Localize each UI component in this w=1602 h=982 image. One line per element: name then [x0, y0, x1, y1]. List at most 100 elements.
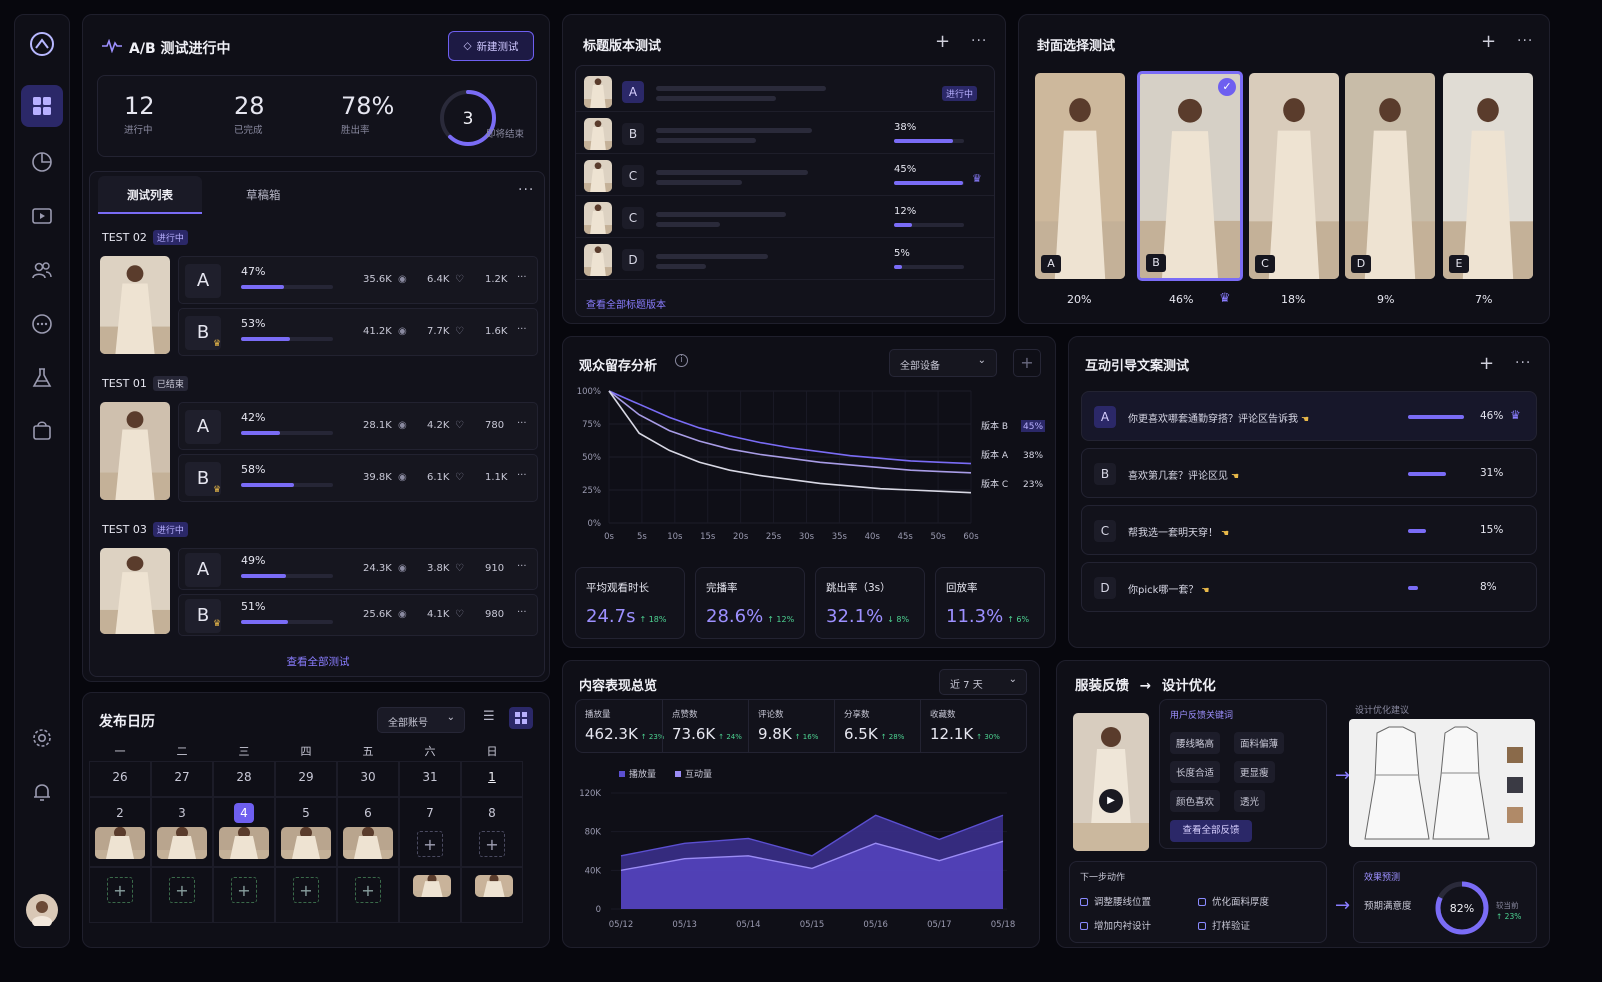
lab-icon[interactable] — [21, 357, 63, 399]
add-compare-button[interactable]: + — [1013, 349, 1041, 377]
view-all-feedback-button[interactable]: 查看全部反馈 — [1170, 820, 1252, 842]
keyword-chip[interactable]: 更显瘦 — [1234, 761, 1275, 783]
scheduled-post-thumb[interactable] — [95, 827, 145, 859]
dashboard-icon[interactable] — [21, 85, 63, 127]
engage-row[interactable]: D 你pick哪一套？ ☚ 8% — [1081, 562, 1537, 612]
scheduled-post-thumb[interactable] — [281, 827, 331, 859]
variant-row[interactable]: B ♛ 53% 41.2K ◉ 7.7K ♡ 1.6K ··· — [178, 308, 538, 356]
headline-row[interactable]: A 进行中 — [576, 72, 994, 112]
view-all-headlines-link[interactable]: 查看全部标题版本 — [586, 296, 666, 311]
tab-test-list[interactable]: 测试列表 — [98, 176, 202, 214]
cover-option[interactable]: C — [1249, 73, 1339, 279]
variant-row[interactable]: B ♛ 51% 25.6K ◉ 4.1K ♡ 980 ··· — [178, 594, 538, 636]
add-post-button[interactable]: + — [479, 831, 505, 857]
keyword-chip[interactable]: 腰线略高 — [1170, 732, 1221, 754]
logo-icon[interactable] — [21, 23, 63, 65]
keyword-chip[interactable]: 透光 — [1234, 790, 1266, 812]
variant-row[interactable]: B ♛ 58% 39.8K ◉ 6.1K ♡ 1.1K ··· — [178, 454, 538, 502]
checkbox-icon[interactable] — [1080, 922, 1088, 930]
keyword-chip[interactable]: 颜色喜欢 — [1170, 790, 1221, 812]
bell-icon[interactable] — [21, 771, 63, 813]
headline-row[interactable]: C 12% — [576, 198, 994, 238]
calendar-day[interactable]: 28 — [213, 761, 275, 797]
row-more-icon[interactable]: ··· — [517, 470, 527, 481]
scheduled-post-thumb[interactable] — [219, 827, 269, 859]
tab-drafts[interactable]: 草稿箱 — [246, 187, 281, 203]
more-icon[interactable]: ··· — [1515, 355, 1531, 371]
keyword-chip[interactable]: 长度合适 — [1170, 761, 1221, 783]
action-item[interactable]: 优化面料厚度 — [1198, 894, 1269, 908]
cover-option[interactable]: D — [1345, 73, 1435, 279]
add-post-button[interactable]: + — [355, 877, 381, 903]
info-icon[interactable]: i — [675, 354, 688, 367]
keyword-chip[interactable]: 面料偏薄 — [1234, 732, 1285, 754]
action-item[interactable]: 调整腰线位置 — [1080, 894, 1151, 908]
shop-icon[interactable] — [21, 409, 63, 451]
engage-row[interactable]: B 喜欢第几套？评论区见 ☚ 31% — [1081, 448, 1537, 498]
action-item[interactable]: 增加内衬设计 — [1080, 918, 1151, 932]
scheduled-post-thumb[interactable] — [157, 827, 207, 859]
test-thumbnail[interactable] — [100, 548, 170, 634]
row-more-icon[interactable]: ··· — [517, 272, 527, 283]
more-icon[interactable]: ··· — [971, 33, 987, 49]
engage-row[interactable]: A 你更喜欢哪套通勤穿搭？评论区告诉我 ☚ 46% ♛ — [1081, 391, 1537, 441]
cover-option[interactable]: E — [1443, 73, 1533, 279]
cover-option[interactable]: A — [1035, 73, 1125, 279]
row-more-icon[interactable]: ··· — [517, 324, 527, 335]
video-icon[interactable] — [21, 195, 63, 237]
add-post-button[interactable]: + — [417, 831, 443, 857]
calendar-day[interactable]: 30 — [337, 761, 399, 797]
row-more-icon[interactable]: ··· — [517, 418, 527, 429]
action-item[interactable]: 打样验证 — [1198, 918, 1250, 932]
headline-text-placeholder — [656, 254, 768, 259]
settings-icon[interactable] — [21, 717, 63, 759]
row-more-icon[interactable]: ··· — [517, 607, 527, 618]
scheduled-post-thumb[interactable] — [475, 875, 513, 897]
add-icon[interactable]: + — [1481, 31, 1496, 52]
range-select[interactable]: 近 7 天 ⌄ — [939, 669, 1027, 695]
check-icon: ✓ — [1218, 78, 1236, 96]
add-post-button[interactable]: + — [169, 877, 195, 903]
calendar-day[interactable]: 27 — [151, 761, 213, 797]
play-icon[interactable]: ▶ — [1099, 789, 1123, 813]
calendar-day[interactable]: 31 — [399, 761, 461, 797]
variant-row[interactable]: A 42% 28.1K ◉ 4.2K ♡ 780 ··· — [178, 402, 538, 450]
view-all-tests-link[interactable]: 查看全部测试 — [90, 654, 546, 669]
message-icon[interactable] — [21, 303, 63, 345]
checkbox-icon[interactable] — [1198, 922, 1206, 930]
checkbox-icon[interactable] — [1198, 898, 1206, 906]
add-post-button[interactable]: + — [293, 877, 319, 903]
variant-row[interactable]: A 49% 24.3K ◉ 3.8K ♡ 910 ··· — [178, 548, 538, 590]
analytics-icon[interactable] — [21, 141, 63, 183]
calendar-day[interactable]: 29 — [275, 761, 337, 797]
more-icon[interactable]: ··· — [1517, 33, 1533, 49]
account-select[interactable]: 全部账号 ⌄ — [377, 707, 465, 733]
scheduled-post-thumb[interactable] — [413, 875, 451, 897]
row-more-icon[interactable]: ··· — [517, 561, 527, 572]
device-select[interactable]: 全部设备 ⌄ — [889, 349, 997, 377]
engage-row[interactable]: C 帮我选一套明天穿！ ☚ 15% — [1081, 505, 1537, 555]
variant-row[interactable]: A 47% 35.6K ◉ 6.4K ♡ 1.2K ··· — [178, 256, 538, 304]
list-more-icon[interactable]: ··· — [518, 182, 534, 198]
checkbox-icon[interactable] — [1080, 898, 1088, 906]
avatar[interactable] — [21, 889, 63, 931]
new-test-button[interactable]: ◇ 新建测试 — [448, 31, 534, 61]
add-post-button[interactable]: + — [231, 877, 257, 903]
add-icon[interactable]: + — [1479, 353, 1494, 374]
calendar-day[interactable]: 1 — [461, 761, 523, 797]
test-thumbnail[interactable] — [100, 256, 170, 354]
headline-row[interactable]: C 45% ♛ — [576, 156, 994, 196]
scheduled-post-thumb[interactable] — [343, 827, 393, 859]
headline-row[interactable]: D 5% — [576, 240, 994, 280]
list-view-icon[interactable]: ☰ — [483, 709, 495, 724]
cover-option[interactable]: B ✓ — [1137, 71, 1243, 281]
crown-icon: ♛ — [972, 172, 982, 185]
test-thumbnail[interactable] — [100, 402, 170, 500]
grid-view-icon[interactable] — [509, 707, 533, 729]
add-icon[interactable]: + — [935, 31, 950, 52]
users-icon[interactable] — [21, 249, 63, 291]
calendar-day[interactable]: 26 — [89, 761, 151, 797]
heart-icon: ♡ — [455, 609, 464, 620]
add-post-button[interactable]: + — [107, 877, 133, 903]
headline-row[interactable]: B 38% — [576, 114, 994, 154]
